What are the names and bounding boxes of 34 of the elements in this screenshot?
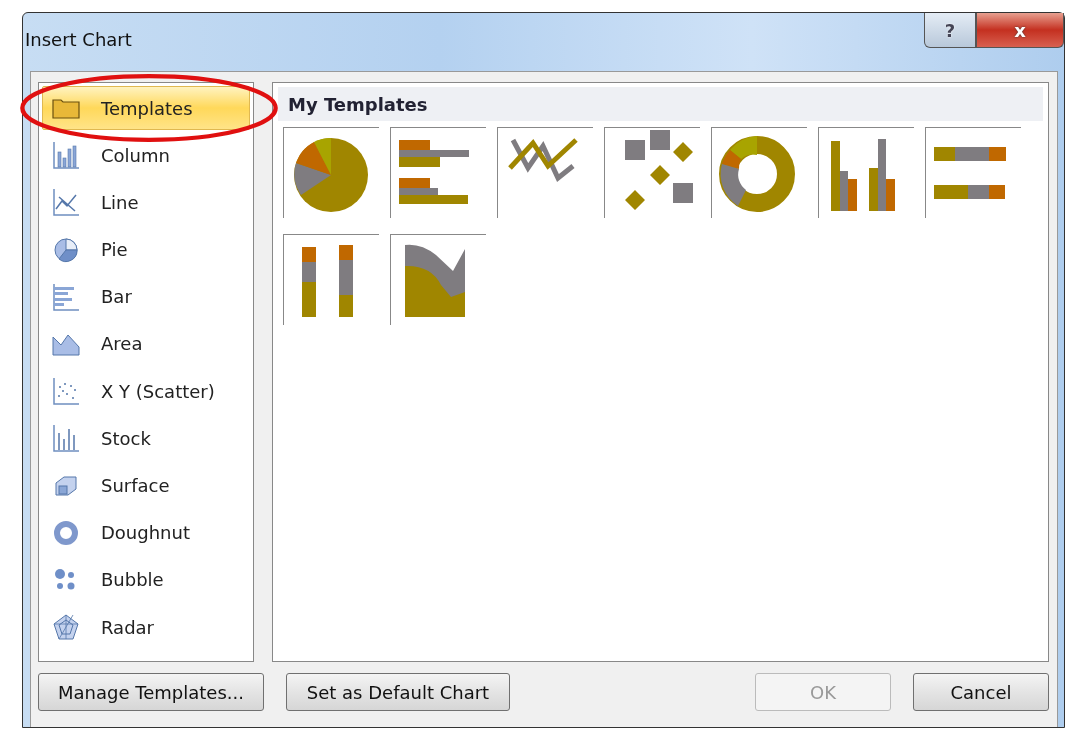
window-title: Insert Chart xyxy=(25,29,132,50)
stock-chart-icon xyxy=(51,423,81,454)
manage-templates-button[interactable]: Manage Templates... xyxy=(38,673,264,711)
chart-type-item[interactable]: Column xyxy=(42,133,250,178)
chart-type-item[interactable]: Templates xyxy=(42,86,250,130)
line-chart-thumbnail[interactable] xyxy=(497,127,593,218)
chart-type-item[interactable]: Radar xyxy=(42,605,250,650)
radar-chart-icon xyxy=(51,612,81,643)
scatter-chart-icon xyxy=(51,376,81,407)
stackedbar-chart-thumbnail[interactable] xyxy=(925,127,1021,218)
chart-type-item[interactable]: Line xyxy=(42,180,250,225)
column-chart-thumbnail[interactable] xyxy=(818,127,914,218)
line-chart-icon xyxy=(51,187,81,218)
area-chart-thumbnail[interactable] xyxy=(390,234,486,325)
chart-type-item[interactable]: Pie xyxy=(42,227,250,272)
doughnut-chart-thumbnail[interactable] xyxy=(711,127,807,218)
chart-type-item[interactable]: Area xyxy=(42,321,250,366)
section-heading: My Templates xyxy=(288,93,428,115)
bar-chart-thumbnail[interactable] xyxy=(390,127,486,218)
close-button[interactable]: x xyxy=(976,13,1064,48)
bar-chart-icon xyxy=(51,281,81,312)
chart-type-item[interactable]: Doughnut xyxy=(42,510,250,555)
help-button[interactable]: ? xyxy=(924,13,976,48)
chart-type-item[interactable]: Stock xyxy=(42,416,250,461)
chart-type-item[interactable]: Bubble xyxy=(42,557,250,602)
column-chart-icon xyxy=(51,140,81,171)
set-default-button[interactable]: Set as Default Chart xyxy=(286,673,510,711)
cancel-button[interactable]: Cancel xyxy=(913,673,1049,711)
chart-type-item[interactable]: X Y (Scatter) xyxy=(42,369,250,414)
scatter-chart-thumbnail[interactable] xyxy=(604,127,700,218)
pie-chart-thumbnail[interactable] xyxy=(283,127,379,218)
stackedcolumn-chart-thumbnail[interactable] xyxy=(283,234,379,325)
chart-type-item[interactable]: Surface xyxy=(42,463,250,508)
chart-type-item[interactable]: Bar xyxy=(42,274,250,319)
